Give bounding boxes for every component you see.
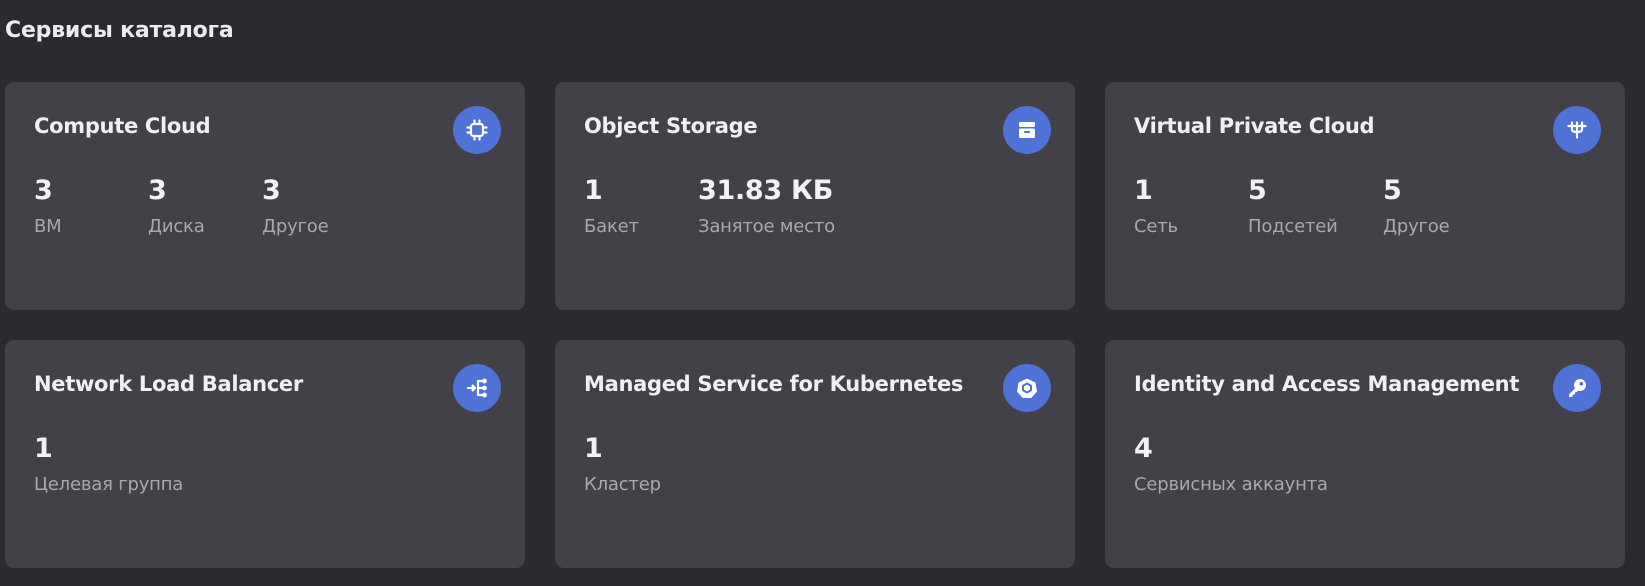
stat: 1 Целевая группа (34, 435, 183, 494)
stat-label: Подсетей (1248, 216, 1338, 237)
services-grid: Compute Cloud 3 ВМ 3 Диска 3 Другое Obje… (5, 82, 1625, 568)
card-stats: 4 Сервисных аккаунта (1134, 435, 1596, 494)
kubernetes-icon (1003, 364, 1051, 412)
service-card-managed-kubernetes[interactable]: Managed Service for Kubernetes 1 Кластер (555, 340, 1075, 568)
stat-value: 1 (584, 175, 603, 206)
stat-value: 4 (1134, 433, 1153, 464)
stat-label: Диска (148, 216, 205, 237)
stat: 1 Бакет (584, 177, 698, 236)
stat-label: Бакет (584, 216, 639, 237)
stat: 31.83 КБ Занятое место (698, 177, 835, 236)
stat-value: 3 (148, 175, 167, 206)
stat: 3 ВМ (34, 177, 148, 236)
stat-label: Другое (262, 216, 329, 237)
card-title: Compute Cloud (34, 114, 211, 138)
stat-label: Сеть (1134, 216, 1178, 237)
card-title: Managed Service for Kubernetes (584, 372, 964, 396)
stat-value: 1 (34, 433, 53, 464)
stat-value: 3 (262, 175, 281, 206)
stat-label: ВМ (34, 216, 62, 237)
stat: 4 Сервисных аккаунта (1134, 435, 1328, 494)
storage-box-icon (1003, 106, 1051, 154)
stat: 3 Диска (148, 177, 262, 236)
cpu-chip-icon (453, 106, 501, 154)
stat-label: Другое (1383, 216, 1450, 237)
service-card-object-storage[interactable]: Object Storage 1 Бакет 31.83 КБ Занятое … (555, 82, 1075, 310)
card-title: Virtual Private Cloud (1134, 114, 1375, 138)
stat: 5 Другое (1383, 177, 1450, 236)
stat-label: Кластер (584, 474, 661, 495)
stat-value: 5 (1248, 175, 1267, 206)
stat-value: 1 (1134, 175, 1153, 206)
service-card-network-load-balancer[interactable]: Network Load Balancer 1 Целевая группа (5, 340, 525, 568)
card-stats: 1 Целевая группа (34, 435, 496, 494)
service-card-compute-cloud[interactable]: Compute Cloud 3 ВМ 3 Диска 3 Другое (5, 82, 525, 310)
stat-label: Целевая группа (34, 474, 184, 495)
network-icon (1553, 106, 1601, 154)
stat-value: 1 (584, 433, 603, 464)
service-card-identity-access-management[interactable]: Identity and Access Management 4 Сервисн… (1105, 340, 1625, 568)
stat: 5 Подсетей (1248, 177, 1383, 236)
stat: 1 Сеть (1134, 177, 1248, 236)
stat-label: Занятое место (698, 216, 835, 237)
card-stats: 1 Кластер (584, 435, 1046, 494)
stat-label: Сервисных аккаунта (1134, 474, 1328, 495)
stat-value: 3 (34, 175, 53, 206)
service-card-virtual-private-cloud[interactable]: Virtual Private Cloud 1 Сеть 5 Подсетей … (1105, 82, 1625, 310)
stat-value: 31.83 КБ (698, 175, 834, 206)
card-stats: 1 Бакет 31.83 КБ Занятое место (584, 177, 1046, 236)
stat-value: 5 (1383, 175, 1402, 206)
stat: 3 Другое (262, 177, 329, 236)
card-title: Network Load Balancer (34, 372, 303, 396)
key-icon (1553, 364, 1601, 412)
card-title: Object Storage (584, 114, 758, 138)
card-stats: 1 Сеть 5 Подсетей 5 Другое (1134, 177, 1596, 236)
load-balancer-icon (453, 364, 501, 412)
card-title: Identity and Access Management (1134, 372, 1520, 396)
card-stats: 3 ВМ 3 Диска 3 Другое (34, 177, 496, 236)
stat: 1 Кластер (584, 435, 661, 494)
section-title: Сервисы каталога (5, 18, 234, 43)
